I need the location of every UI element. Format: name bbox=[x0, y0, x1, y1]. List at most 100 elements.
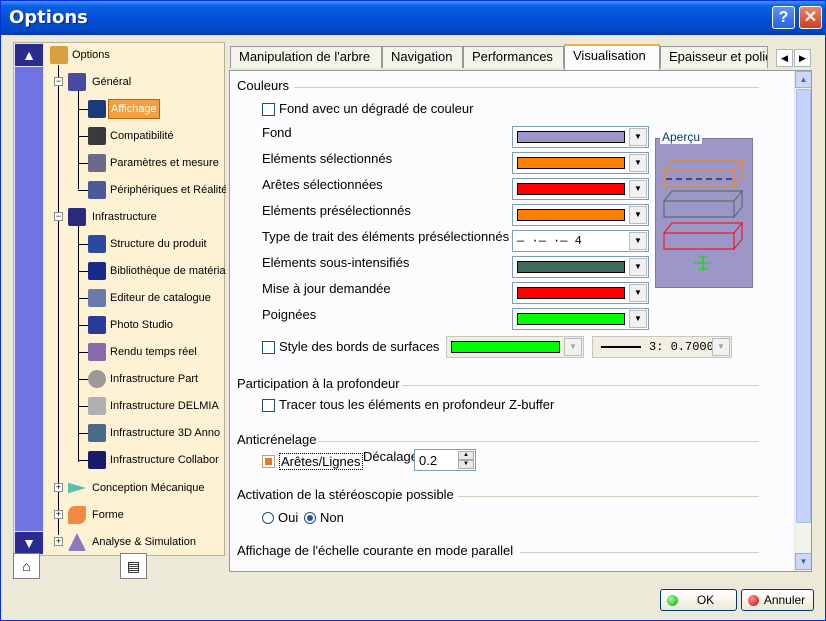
delmia-icon bbox=[88, 397, 106, 415]
selected-elements-color-select[interactable]: ▼ bbox=[512, 152, 649, 174]
color-swatch bbox=[517, 287, 625, 299]
chevron-down-icon: ▼ bbox=[712, 338, 730, 356]
surface-edges-color-select[interactable]: ▼ bbox=[446, 336, 584, 358]
section-stereo: Activation de la stéréoscopie possible bbox=[237, 487, 454, 502]
antialias-edges-label: Arêtes/Lignes bbox=[279, 453, 363, 470]
apercu-group: Aperçu bbox=[652, 128, 754, 328]
surface-edges-label: Style des bords de surfaces bbox=[279, 339, 440, 354]
section-anticrenelage: Anticrénelage bbox=[237, 432, 317, 447]
stereo-non-label: Non bbox=[320, 510, 344, 525]
sub-intensified-color-select[interactable]: ▼ bbox=[512, 256, 649, 278]
options-window: Options ? ✕ ▲ ▼ Options − Général Affich… bbox=[0, 0, 826, 621]
fond-color-select[interactable]: ▼ bbox=[512, 126, 649, 148]
visualisation-panel: Couleurs Fond avec un dégradé de couleur… bbox=[229, 70, 812, 572]
thickness-value: 3: 0.7000 bbox=[649, 340, 714, 354]
update-required-label: Mise à jour demandée bbox=[262, 281, 391, 296]
compatibility-icon bbox=[88, 127, 106, 145]
cancel-icon bbox=[748, 595, 759, 606]
help-button[interactable]: ? bbox=[772, 6, 795, 29]
scroll-down-arrow[interactable]: ▼ bbox=[15, 532, 43, 554]
color-swatch bbox=[451, 341, 560, 353]
chevron-down-icon: ▼ bbox=[629, 258, 647, 276]
line-type-label: Type de trait des éléments présélectionn… bbox=[262, 229, 510, 244]
selected-elements-label: Eléments sélectionnés bbox=[262, 151, 393, 166]
handles-label: Poignées bbox=[262, 307, 317, 322]
chevron-up-icon[interactable]: ▲ bbox=[795, 71, 811, 88]
title-bar: Options ? ✕ bbox=[1, 1, 825, 35]
close-button[interactable]: ✕ bbox=[799, 6, 822, 29]
surface-edges-checkbox[interactable] bbox=[262, 341, 275, 354]
panel-scroll-thumb[interactable] bbox=[796, 89, 811, 523]
color-swatch bbox=[517, 313, 625, 325]
reset-home-button[interactable]: ⌂ bbox=[13, 553, 40, 579]
selected-edges-label: Arêtes sélectionnées bbox=[262, 177, 383, 192]
stereo-non-radio[interactable] bbox=[304, 512, 316, 524]
tab-epaisseur[interactable]: Epaisseur et police bbox=[660, 46, 768, 68]
analysis-icon bbox=[68, 533, 86, 551]
scroll-up-arrow[interactable]: ▲ bbox=[15, 44, 43, 66]
chevron-down-icon: ▼ bbox=[629, 180, 647, 198]
stereo-oui-label: Oui bbox=[278, 510, 299, 525]
chevron-down-icon: ▼ bbox=[629, 154, 647, 172]
antialias-edges-checkbox[interactable] bbox=[262, 455, 275, 468]
export-options-button[interactable]: ▤ bbox=[120, 553, 147, 579]
gradient-label: Fond avec un dégradé de couleur bbox=[279, 101, 474, 116]
handles-color-select[interactable]: ▼ bbox=[512, 308, 649, 330]
spin-down-icon[interactable]: ▼ bbox=[458, 460, 474, 469]
update-required-color-select[interactable]: ▼ bbox=[512, 282, 649, 304]
ok-icon bbox=[667, 595, 678, 606]
color-swatch bbox=[517, 209, 625, 221]
apercu-label: Aperçu bbox=[660, 130, 703, 144]
tab-scroll-right[interactable]: ▶ bbox=[794, 49, 811, 67]
gradient-checkbox[interactable] bbox=[262, 103, 275, 116]
options-icon bbox=[50, 46, 68, 64]
sub-intensified-label: Eléments sous-intensifiés bbox=[262, 255, 410, 270]
general-icon bbox=[68, 73, 86, 91]
color-swatch bbox=[517, 157, 625, 169]
devices-icon bbox=[88, 181, 106, 199]
tab-performances[interactable]: Performances bbox=[463, 46, 564, 68]
spin-up-icon[interactable]: ▲ bbox=[458, 451, 474, 460]
document-icon: ▤ bbox=[126, 558, 141, 574]
options-tree: ▲ ▼ Options − Général Affichage Compatib… bbox=[13, 42, 226, 556]
line-type-select[interactable]: — ·— ·— 4 ▼ bbox=[512, 230, 649, 252]
preselected-elements-label: Eléments présélectionnés bbox=[262, 203, 411, 218]
section-echelle: Affichage de l'échelle courante en mode … bbox=[237, 543, 514, 558]
offset-value: 0.2 bbox=[419, 453, 438, 468]
tab-manipulation[interactable]: Manipulation de l'arbre bbox=[230, 46, 382, 68]
stereo-oui-radio[interactable] bbox=[262, 512, 274, 524]
catalog-editor-icon bbox=[88, 289, 106, 307]
scroll-thumb[interactable] bbox=[15, 67, 43, 531]
tab-visualisation[interactable]: Visualisation bbox=[564, 44, 660, 70]
offset-label: Décalage bbox=[363, 449, 418, 464]
mechanical-design-icon bbox=[68, 482, 86, 494]
color-swatch bbox=[517, 131, 625, 143]
tab-scroll-left[interactable]: ◀ bbox=[776, 49, 793, 67]
preselected-elements-color-select[interactable]: ▼ bbox=[512, 204, 649, 226]
photo-studio-icon bbox=[88, 316, 106, 334]
gear-icon bbox=[88, 370, 106, 388]
surface-edges-thickness-select[interactable]: 3: 0.7000 ▼ bbox=[592, 336, 732, 358]
zbuffer-checkbox[interactable] bbox=[262, 399, 275, 412]
cancel-button[interactable]: Annuler bbox=[741, 589, 814, 611]
product-structure-icon bbox=[88, 235, 106, 253]
realtime-render-icon bbox=[88, 343, 106, 361]
panel-scrollbar[interactable]: ▲ ▼ bbox=[794, 71, 811, 571]
parameters-icon bbox=[88, 154, 106, 172]
collaboration-icon bbox=[88, 451, 106, 469]
chevron-down-icon: ▼ bbox=[629, 128, 647, 146]
offset-spinner[interactable]: 0.2 ▲ ▼ bbox=[414, 449, 476, 471]
fond-label: Fond bbox=[262, 125, 292, 140]
chevron-down-icon: ▼ bbox=[629, 310, 647, 328]
color-swatch bbox=[517, 261, 625, 273]
color-swatch bbox=[517, 183, 625, 195]
window-title: Options bbox=[9, 7, 88, 28]
zbuffer-label: Tracer tous les éléments en profondeur Z… bbox=[279, 397, 555, 412]
tab-navigation[interactable]: Navigation bbox=[382, 46, 463, 68]
preview-box bbox=[655, 138, 753, 288]
ok-button[interactable]: OK bbox=[660, 589, 737, 611]
chevron-down-icon[interactable]: ▼ bbox=[795, 553, 811, 570]
tree-scrollbar[interactable]: ▲ ▼ bbox=[14, 43, 44, 555]
chevron-down-icon: ▼ bbox=[629, 284, 647, 302]
selected-edges-color-select[interactable]: ▼ bbox=[512, 178, 649, 200]
